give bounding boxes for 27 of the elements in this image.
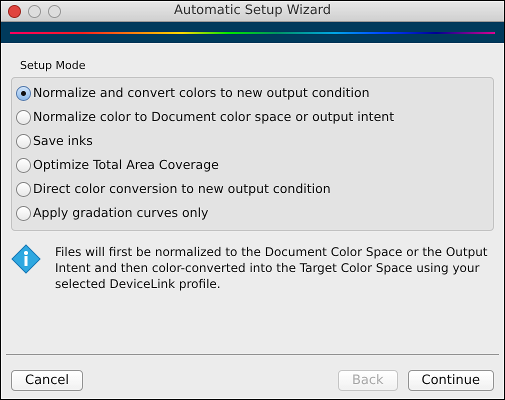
radio-option[interactable]: Direct color conversion to new output condition <box>16 178 489 202</box>
option-label: Normalize color to Document color space or output intent <box>33 108 394 126</box>
option-label: Save inks <box>33 132 93 150</box>
radio-option[interactable]: Save inks <box>16 130 489 154</box>
minimize-button[interactable] <box>28 5 41 18</box>
radio-button[interactable] <box>16 182 31 197</box>
radio-option[interactable]: Apply gradation curves only <box>16 202 489 226</box>
radio-button[interactable] <box>16 86 31 101</box>
group-label: Setup Mode <box>20 58 86 74</box>
dialog-button[interactable]: Continue <box>408 370 494 391</box>
radio-button[interactable] <box>16 134 31 149</box>
radio-button[interactable] <box>16 158 31 173</box>
radio-option[interactable]: Optimize Total Area Coverage <box>16 154 489 178</box>
option-label: Optimize Total Area Coverage <box>33 156 219 174</box>
option-label: Apply gradation curves only <box>33 204 208 222</box>
radio-button[interactable] <box>16 110 31 125</box>
zoom-button[interactable] <box>48 5 61 18</box>
radio-button[interactable] <box>16 206 31 221</box>
dialog-button[interactable]: Cancel <box>11 370 84 391</box>
info-icon <box>11 244 41 274</box>
option-label: Direct color conversion to new output condition <box>33 180 331 198</box>
window-title: Automatic Setup Wizard <box>174 2 332 20</box>
radio-option[interactable]: Normalize and convert colors to new output condition <box>16 82 489 106</box>
radio-option[interactable]: Normalize color to Document color space or output intent <box>16 106 489 130</box>
info-text: Files will first be normalized to the Document Color Space or the Output Intent and then color-converted into the Target Color Space using your selected DeviceLink profile. <box>55 244 489 292</box>
close-button[interactable] <box>8 5 21 18</box>
option-label: Normalize and convert colors to new output condition <box>33 84 370 102</box>
